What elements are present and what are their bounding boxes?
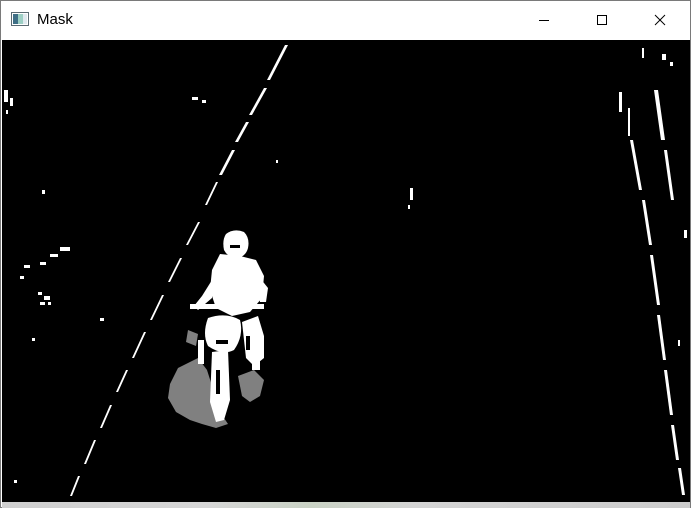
title-bar[interactable]: Mask	[1, 1, 690, 39]
mask-foreground-svg	[2, 40, 690, 502]
close-icon	[654, 14, 666, 26]
minimize-button[interactable]	[521, 1, 567, 39]
maximize-button[interactable]	[579, 1, 625, 39]
taskbar-edge	[2, 502, 690, 508]
mask-window: Mask	[0, 0, 691, 508]
app-icon	[11, 12, 29, 26]
minimize-icon	[538, 14, 550, 26]
mask-image	[2, 40, 690, 502]
maximize-icon	[596, 14, 608, 26]
window-title: Mask	[37, 11, 73, 28]
close-button[interactable]	[637, 1, 683, 39]
